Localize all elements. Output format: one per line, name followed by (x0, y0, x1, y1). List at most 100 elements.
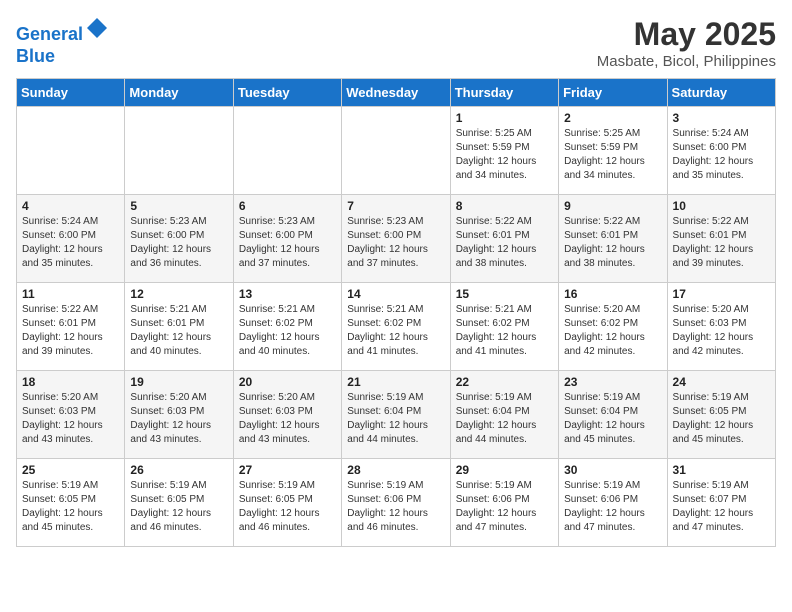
day-cell: 9 Sunrise: 5:22 AM Sunset: 6:01 PM Daylig… (559, 195, 667, 283)
day-cell: 28 Sunrise: 5:19 AM Sunset: 6:06 PM Dayli… (342, 459, 450, 547)
page-header: General Blue May 2025 Masbate, Bicol, Ph… (16, 16, 776, 70)
day-number: 10 (673, 199, 770, 213)
day-detail: Sunrise: 5:22 AM Sunset: 6:01 PM Dayligh… (22, 303, 119, 359)
logo-icon (85, 16, 109, 40)
logo-line1: General (16, 24, 83, 44)
day-detail: Sunrise: 5:20 AM Sunset: 6:02 PM Dayligh… (564, 303, 661, 359)
day-number: 8 (456, 199, 553, 213)
day-number: 14 (347, 287, 444, 301)
day-number: 12 (130, 287, 227, 301)
day-detail: Sunrise: 5:23 AM Sunset: 6:00 PM Dayligh… (130, 215, 227, 271)
logo-line2: Blue (16, 46, 55, 66)
day-detail: Sunrise: 5:22 AM Sunset: 6:01 PM Dayligh… (673, 215, 770, 271)
week-row-3: 11 Sunrise: 5:22 AM Sunset: 6:01 PM Dayli… (17, 283, 776, 371)
day-cell: 6 Sunrise: 5:23 AM Sunset: 6:00 PM Daylig… (233, 195, 341, 283)
week-row-5: 25Sunrise: 5:19 AM Sunset: 6:05 PM Dayli… (17, 459, 776, 547)
week-row-1: 1Sunrise: 5:25 AM Sunset: 5:59 PM Daylig… (17, 107, 776, 195)
header-day-sunday: Sunday (17, 79, 125, 107)
day-detail: Sunrise: 5:21 AM Sunset: 6:02 PM Dayligh… (456, 303, 553, 359)
header-day-wednesday: Wednesday (342, 79, 450, 107)
day-number: 6 (239, 199, 336, 213)
day-number: 11 (22, 287, 119, 301)
day-detail: Sunrise: 5:21 AM Sunset: 6:01 PM Dayligh… (130, 303, 227, 359)
location: Masbate, Bicol, Philippines (597, 53, 776, 70)
day-number: 17 (673, 287, 770, 301)
day-number: 20 (239, 375, 336, 389)
day-cell: 24 Sunrise: 5:19 AM Sunset: 6:05 PM Dayli… (667, 371, 775, 459)
day-number: 27 (239, 463, 336, 477)
day-detail: Sunrise: 5:25 AM Sunset: 5:59 PM Dayligh… (564, 127, 661, 183)
day-number: 22 (456, 375, 553, 389)
header-day-monday: Monday (125, 79, 233, 107)
day-cell: 2 Sunrise: 5:25 AM Sunset: 5:59 PM Daylig… (559, 107, 667, 195)
day-cell: 3 Sunrise: 5:24 AM Sunset: 6:00 PM Daylig… (667, 107, 775, 195)
day-cell: 29 Sunrise: 5:19 AM Sunset: 6:06 PM Dayli… (450, 459, 558, 547)
day-detail: Sunrise: 5:23 AM Sunset: 6:00 PM Dayligh… (347, 215, 444, 271)
day-number: 5 (130, 199, 227, 213)
title-block: May 2025 Masbate, Bicol, Philippines (597, 16, 776, 70)
header-day-thursday: Thursday (450, 79, 558, 107)
day-detail: Sunrise: 5:20 AM Sunset: 6:03 PM Dayligh… (673, 303, 770, 359)
day-number: 25 (22, 463, 119, 477)
day-cell: 15 Sunrise: 5:21 AM Sunset: 6:02 PM Dayli… (450, 283, 558, 371)
header-day-saturday: Saturday (667, 79, 775, 107)
day-cell: 19Sunrise: 5:20 AM Sunset: 6:03 PM Dayli… (125, 371, 233, 459)
day-detail: Sunrise: 5:19 AM Sunset: 6:04 PM Dayligh… (564, 391, 661, 447)
day-detail: Sunrise: 5:19 AM Sunset: 6:06 PM Dayligh… (347, 479, 444, 535)
day-detail: Sunrise: 5:20 AM Sunset: 6:03 PM Dayligh… (22, 391, 119, 447)
day-number: 7 (347, 199, 444, 213)
day-cell: 22 Sunrise: 5:19 AM Sunset: 6:04 PM Dayli… (450, 371, 558, 459)
logo-text: General Blue (16, 16, 109, 67)
day-cell (17, 107, 125, 195)
day-cell: 5 Sunrise: 5:23 AM Sunset: 6:00 PM Daylig… (125, 195, 233, 283)
day-number: 28 (347, 463, 444, 477)
day-cell: 26Sunrise: 5:19 AM Sunset: 6:05 PM Dayli… (125, 459, 233, 547)
day-detail: Sunrise: 5:20 AM Sunset: 6:03 PM Dayligh… (239, 391, 336, 447)
day-detail: Sunrise: 5:24 AM Sunset: 6:00 PM Dayligh… (673, 127, 770, 183)
day-detail: Sunrise: 5:25 AM Sunset: 5:59 PM Dayligh… (456, 127, 553, 183)
day-cell: 27Sunrise: 5:19 AM Sunset: 6:05 PM Dayli… (233, 459, 341, 547)
day-detail: Sunrise: 5:19 AM Sunset: 6:07 PM Dayligh… (673, 479, 770, 535)
day-cell (342, 107, 450, 195)
day-cell: 4Sunrise: 5:24 AM Sunset: 6:00 PM Daylig… (17, 195, 125, 283)
header-row: SundayMondayTuesdayWednesdayThursdayFrid… (17, 79, 776, 107)
day-detail: Sunrise: 5:19 AM Sunset: 6:05 PM Dayligh… (673, 391, 770, 447)
day-number: 16 (564, 287, 661, 301)
day-detail: Sunrise: 5:20 AM Sunset: 6:03 PM Dayligh… (130, 391, 227, 447)
day-cell: 7 Sunrise: 5:23 AM Sunset: 6:00 PM Daylig… (342, 195, 450, 283)
day-cell: 1Sunrise: 5:25 AM Sunset: 5:59 PM Daylig… (450, 107, 558, 195)
day-number: 9 (564, 199, 661, 213)
day-number: 18 (22, 375, 119, 389)
day-detail: Sunrise: 5:19 AM Sunset: 6:04 PM Dayligh… (347, 391, 444, 447)
day-number: 13 (239, 287, 336, 301)
day-detail: Sunrise: 5:19 AM Sunset: 6:06 PM Dayligh… (456, 479, 553, 535)
day-number: 26 (130, 463, 227, 477)
day-detail: Sunrise: 5:23 AM Sunset: 6:00 PM Dayligh… (239, 215, 336, 271)
header-day-tuesday: Tuesday (233, 79, 341, 107)
day-detail: Sunrise: 5:19 AM Sunset: 6:06 PM Dayligh… (564, 479, 661, 535)
day-cell: 31 Sunrise: 5:19 AM Sunset: 6:07 PM Dayli… (667, 459, 775, 547)
day-number: 4 (22, 199, 119, 213)
day-number: 15 (456, 287, 553, 301)
week-row-4: 18 Sunrise: 5:20 AM Sunset: 6:03 PM Dayli… (17, 371, 776, 459)
day-detail: Sunrise: 5:21 AM Sunset: 6:02 PM Dayligh… (347, 303, 444, 359)
day-cell: 10 Sunrise: 5:22 AM Sunset: 6:01 PM Dayli… (667, 195, 775, 283)
logo: General Blue (16, 16, 109, 67)
day-cell: 23Sunrise: 5:19 AM Sunset: 6:04 PM Dayli… (559, 371, 667, 459)
day-detail: Sunrise: 5:22 AM Sunset: 6:01 PM Dayligh… (564, 215, 661, 271)
day-cell (233, 107, 341, 195)
day-cell: 8Sunrise: 5:22 AM Sunset: 6:01 PM Daylig… (450, 195, 558, 283)
day-number: 29 (456, 463, 553, 477)
day-cell: 16 Sunrise: 5:20 AM Sunset: 6:02 PM Dayli… (559, 283, 667, 371)
day-number: 3 (673, 111, 770, 125)
day-cell: 30Sunrise: 5:19 AM Sunset: 6:06 PM Dayli… (559, 459, 667, 547)
day-cell: 13 Sunrise: 5:21 AM Sunset: 6:02 PM Dayli… (233, 283, 341, 371)
day-number: 24 (673, 375, 770, 389)
day-cell: 18 Sunrise: 5:20 AM Sunset: 6:03 PM Dayli… (17, 371, 125, 459)
day-cell: 14 Sunrise: 5:21 AM Sunset: 6:02 PM Dayli… (342, 283, 450, 371)
day-cell: 20 Sunrise: 5:20 AM Sunset: 6:03 PM Dayli… (233, 371, 341, 459)
day-number: 2 (564, 111, 661, 125)
day-detail: Sunrise: 5:21 AM Sunset: 6:02 PM Dayligh… (239, 303, 336, 359)
day-detail: Sunrise: 5:19 AM Sunset: 6:04 PM Dayligh… (456, 391, 553, 447)
day-number: 31 (673, 463, 770, 477)
